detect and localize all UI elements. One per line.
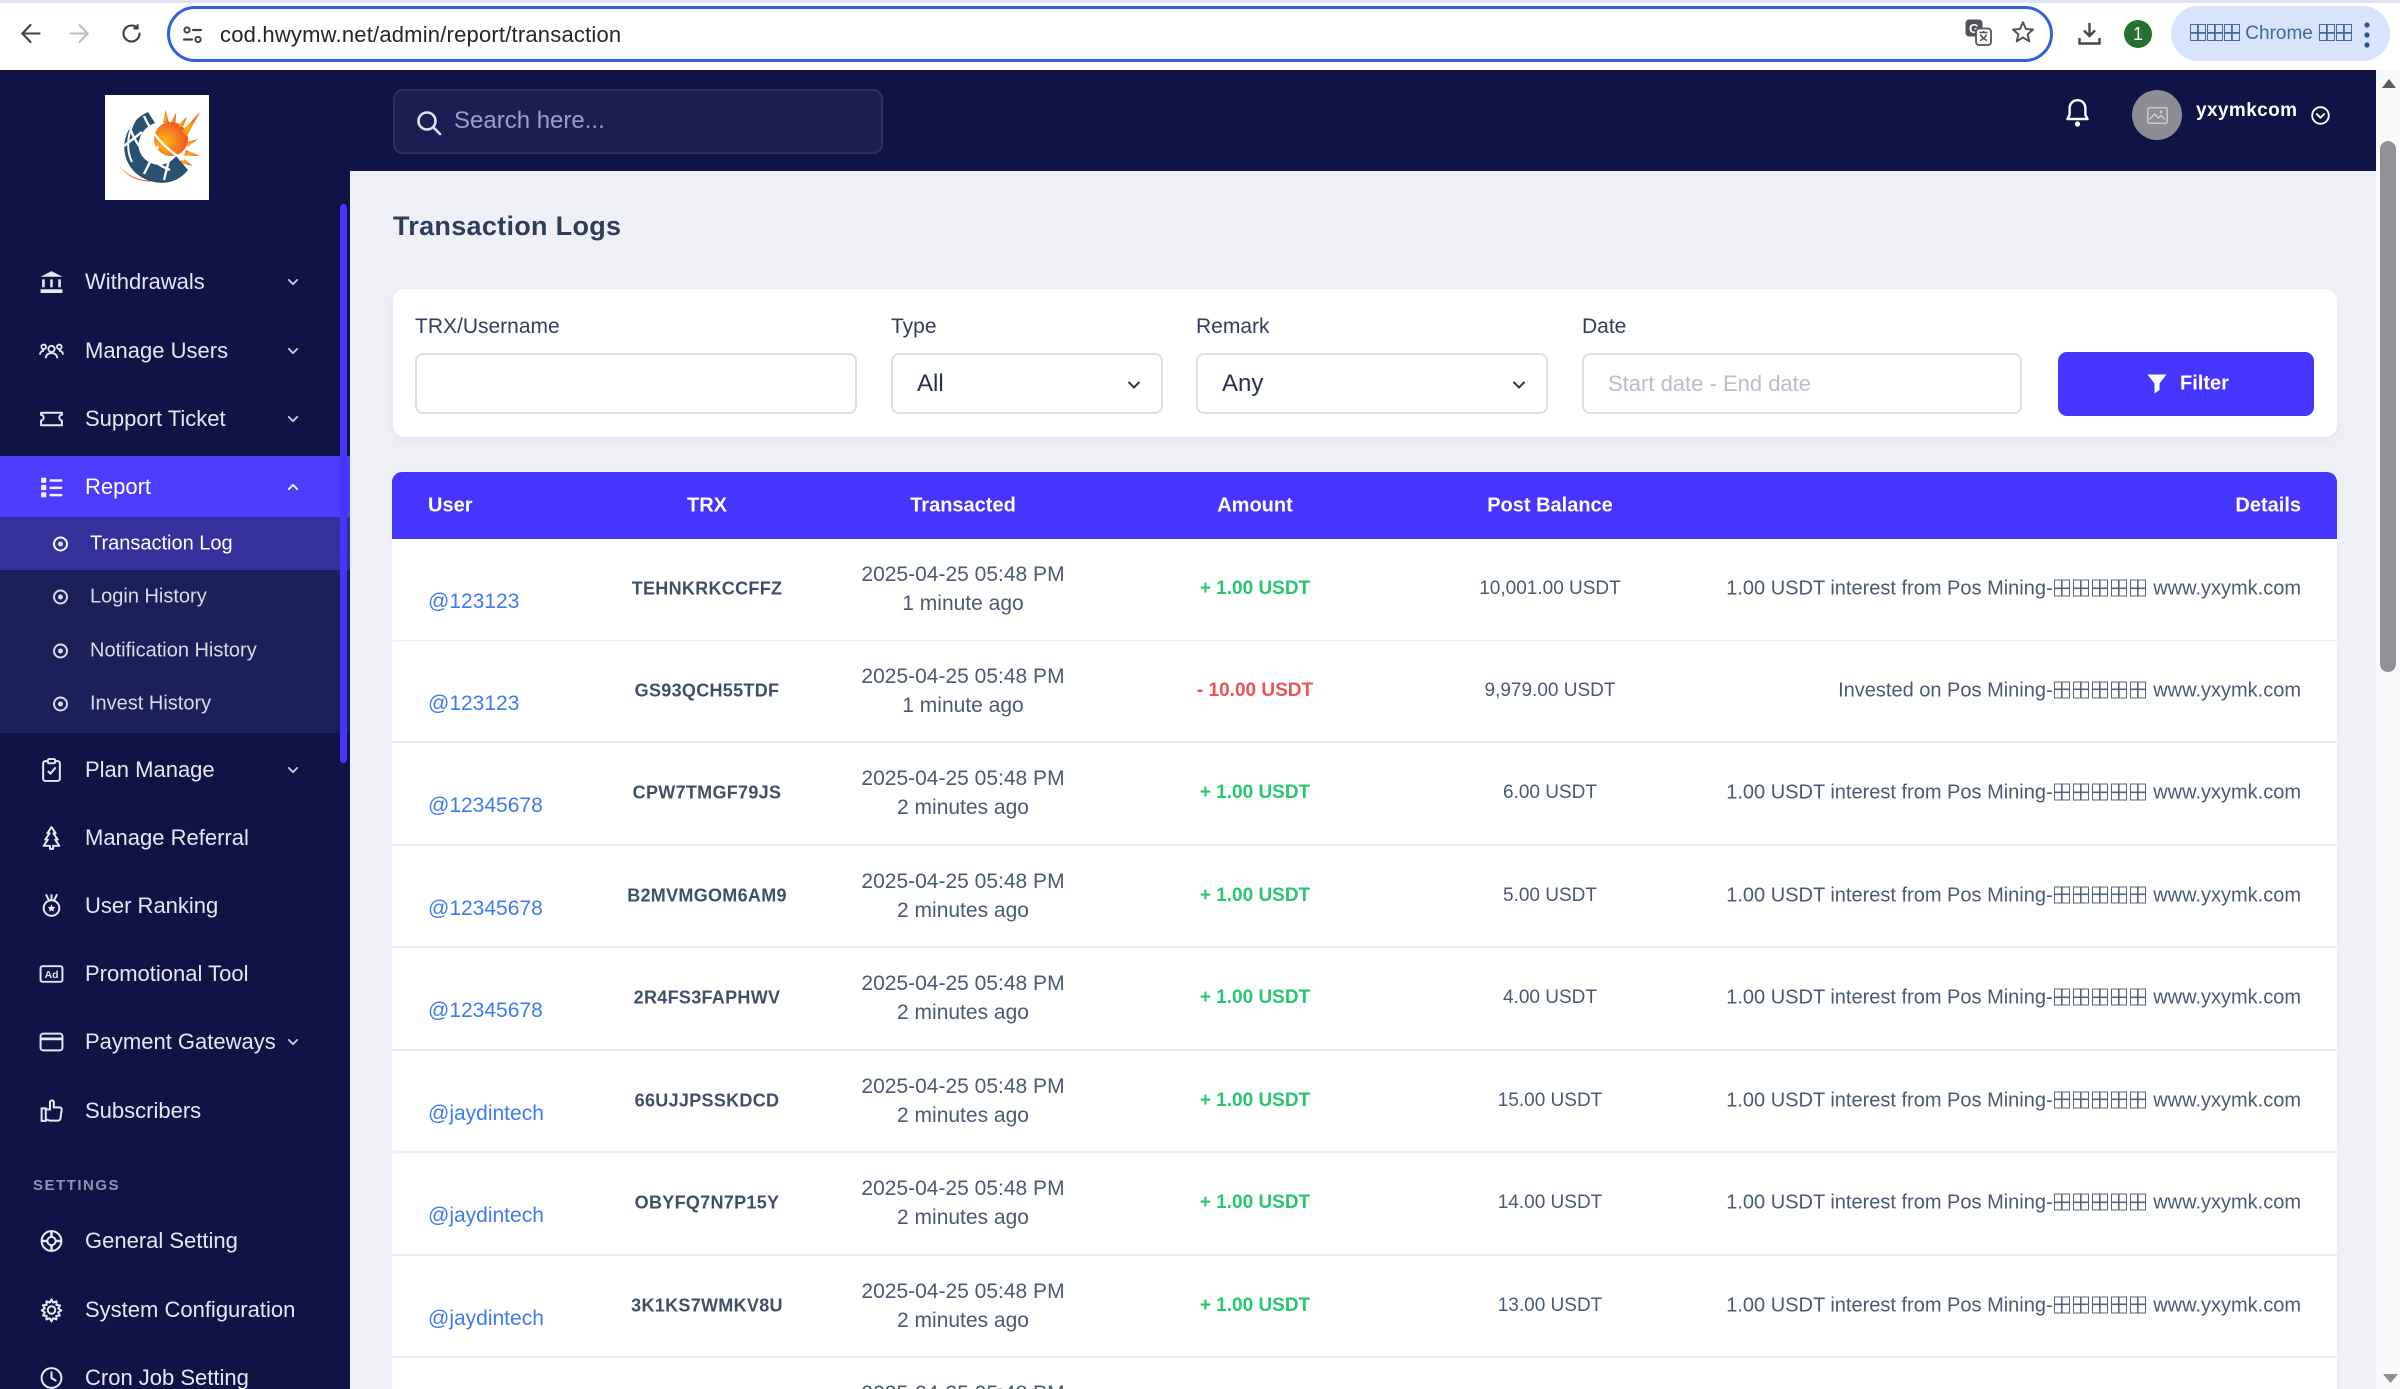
- svg-text:Ad: Ad: [45, 970, 59, 981]
